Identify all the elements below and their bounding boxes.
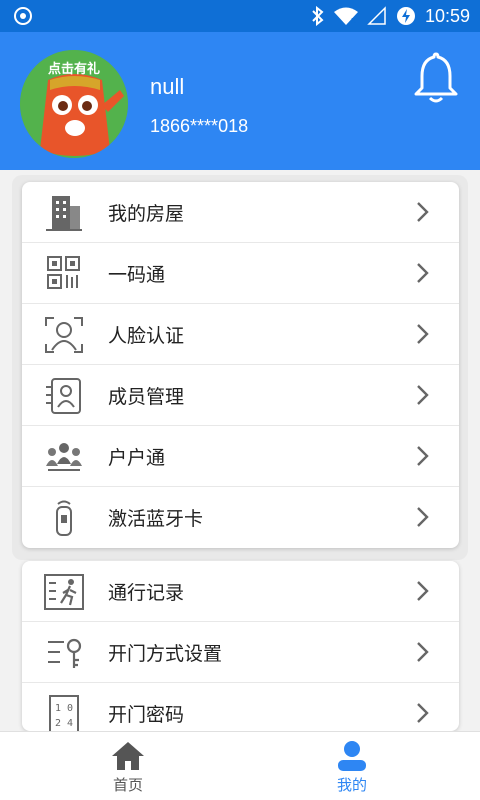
- chevron-right-icon: [417, 202, 429, 222]
- wifi-icon: x: [333, 7, 358, 26]
- tab-label: 首页: [112, 776, 143, 794]
- menu-item-label: 成员管理: [108, 385, 185, 408]
- avatar[interactable]: 点击有礼: [20, 50, 128, 158]
- menu-item-door-open-settings[interactable]: 开门方式设置: [22, 622, 459, 683]
- menu-item-access-record[interactable]: 通行记录: [22, 561, 459, 622]
- username: null: [150, 74, 185, 99]
- tab-home[interactable]: 首页: [68, 732, 188, 800]
- menu-item-activate-bluetooth-card[interactable]: 激活蓝牙卡: [22, 487, 459, 548]
- signal-icon: [367, 6, 386, 25]
- bluetooth-icon: [312, 6, 324, 26]
- building-icon: [46, 196, 82, 231]
- menu-item-label: 开门方式设置: [108, 642, 223, 665]
- menu-item-huhutong[interactable]: 户户通: [22, 426, 459, 487]
- avatar-promo-label[interactable]: 点击有礼: [20, 58, 128, 77]
- user-icon: [338, 741, 366, 771]
- chevron-right-icon: [417, 703, 429, 723]
- menu-item-face-auth[interactable]: 人脸认证: [22, 304, 459, 365]
- menu-item-label: 我的房屋: [108, 202, 185, 225]
- chevron-right-icon: [417, 507, 429, 527]
- chevron-right-icon: [417, 385, 429, 405]
- key-settings-icon: [48, 638, 82, 668]
- menu-item-label: 开门密码: [108, 704, 185, 726]
- chevron-right-icon: [417, 581, 429, 601]
- menu-card-1: 我的房屋 一码通 人脸认证 成员管理 户户通 激活蓝牙卡: [22, 182, 459, 548]
- status-bar: x 10:59: [0, 0, 480, 32]
- chevron-right-icon: [417, 263, 429, 283]
- notification-icon: [14, 7, 32, 25]
- chevron-right-icon: [417, 446, 429, 466]
- menu-item-label: 一码通: [108, 263, 166, 286]
- door-password-icon: 1 0 2 4: [49, 695, 79, 731]
- tab-label: 我的: [336, 776, 367, 794]
- access-record-icon: [44, 574, 84, 610]
- people-group-icon: [46, 443, 82, 471]
- battery-icon: [396, 7, 415, 25]
- profile-header: 点击有礼 null 1866****018: [0, 32, 480, 170]
- qr-code-icon: [47, 256, 80, 289]
- svg-text:2 4: 2 4: [55, 718, 73, 729]
- phone-number: 1866****018: [150, 116, 249, 136]
- menu-item-member-management[interactable]: 成员管理: [22, 365, 459, 426]
- chevron-right-icon: [417, 324, 429, 344]
- menu-item-label: 户户通: [108, 446, 166, 469]
- member-card-icon: [46, 378, 81, 414]
- menu-item-one-code[interactable]: 一码通: [22, 243, 459, 304]
- status-time: 10:59: [424, 5, 470, 26]
- menu-item-door-password[interactable]: 1 0 2 4 开门密码: [22, 683, 459, 731]
- chevron-right-icon: [417, 642, 429, 662]
- bottom-tab-bar: 首页 我的: [0, 731, 480, 800]
- bell-icon[interactable]: [410, 50, 462, 106]
- tab-mine[interactable]: 我的: [292, 732, 412, 800]
- menu-item-my-house[interactable]: 我的房屋: [22, 182, 459, 243]
- bluetooth-card-icon: [56, 500, 72, 536]
- svg-text:1 0: 1 0: [55, 703, 73, 714]
- home-icon: [112, 742, 144, 770]
- menu-item-label: 激活蓝牙卡: [108, 508, 204, 530]
- menu-card-2: 通行记录 开门方式设置 1 0 2 4 开门密码: [22, 561, 459, 731]
- svg-text:x: x: [351, 16, 357, 26]
- menu-item-label: 人脸认证: [108, 324, 185, 347]
- status-icons: x 10:59: [311, 4, 470, 28]
- face-scan-icon: [45, 317, 83, 353]
- menu-item-label: 通行记录: [108, 581, 185, 604]
